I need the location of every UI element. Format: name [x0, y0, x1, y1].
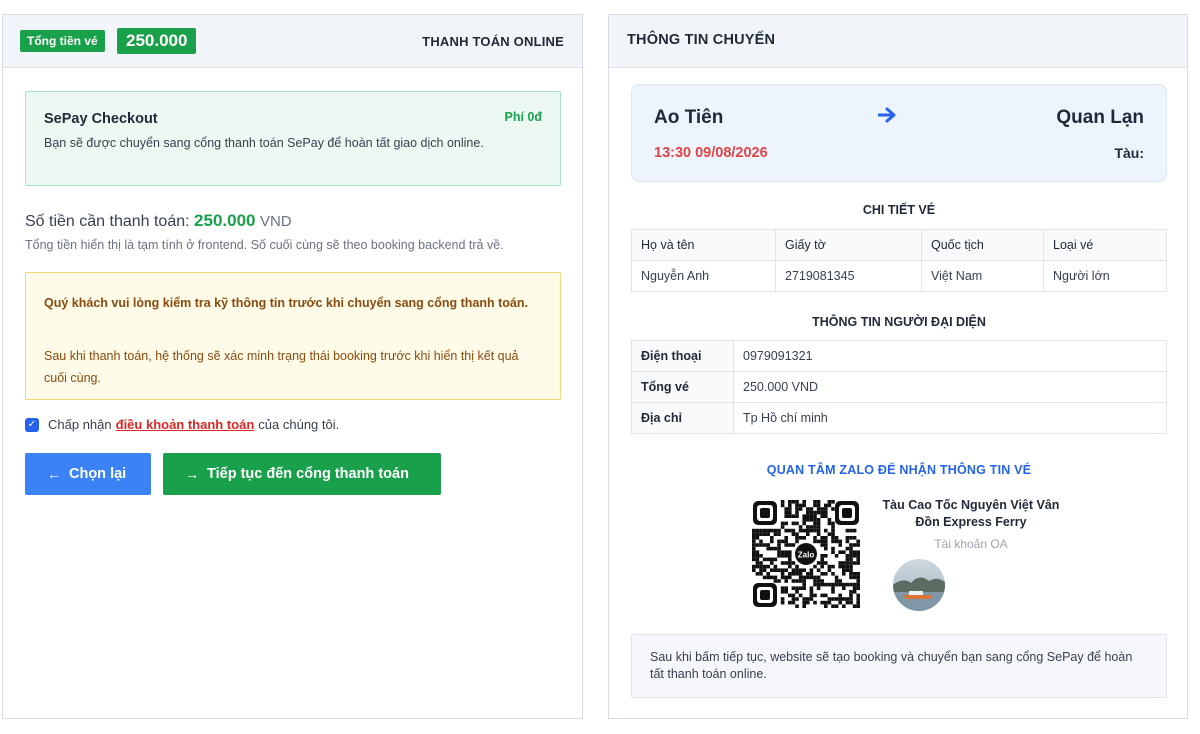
payment-amount-label: Số tiền cần thanh toán: [25, 213, 190, 230]
accept-terms-checkbox[interactable]: ✓ [25, 417, 39, 432]
payment-amount-value: 250.000 [194, 211, 256, 230]
total-amount-badge: 250.000 [117, 28, 197, 54]
total-label-badge: Tổng tiền vé [20, 30, 105, 52]
table-row: Nguyễn Anh 2719081345 Việt Nam Người lớn [631, 260, 1167, 292]
zalo-follow-title: QUAN TÂM ZALO ĐỂ NHẬN THÔNG TIN VÉ [766, 463, 1032, 477]
trip-info-header: THÔNG TIN CHUYẾN [609, 15, 1187, 68]
sepay-title: SePay Checkout [44, 111, 158, 127]
continue-button-label: Tiếp tục đến cổng thanh toán [207, 466, 409, 482]
total-tickets-value: 250.000 VND [733, 371, 1167, 403]
payment-terms-link[interactable]: điều khoản thanh toán [116, 417, 255, 432]
trip-info-card: THÔNG TIN CHUYẾN Ao Tiên Quan Lạn 13:30 … [608, 14, 1188, 719]
accept-terms-row: ✓ Chấp nhận điều khoản thanh toán của ch… [25, 417, 339, 432]
table-row: Điện thoại 0979091321 [631, 340, 1167, 372]
zalo-oa-subtitle: Tài khoản OA [934, 537, 1008, 551]
route-box: Ao Tiên Quan Lạn 13:30 09/08/2026 Tàu: [631, 84, 1167, 182]
ticket-header-type: Loại vé [1043, 229, 1167, 261]
ticket-cell-nationality: Việt Nam [921, 260, 1044, 292]
bottom-note: Sau khi bấm tiếp tục, website sẽ tạo boo… [631, 634, 1167, 698]
sepay-fee: Phí 0đ [504, 110, 542, 124]
table-row: Tổng vé 250.000 VND [631, 371, 1167, 403]
payment-currency: VND [259, 213, 292, 230]
trip-info-title: THÔNG TIN CHUYẾN [627, 32, 776, 48]
address-label: Địa chỉ [631, 402, 734, 434]
ticket-table: Họ và tên Giấy tờ Quốc tịch Loại vé Nguy… [631, 229, 1167, 292]
ticket-details-title: CHI TIẾT VÉ [862, 203, 936, 217]
phone-value: 0979091321 [733, 340, 1167, 372]
zalo-logo-text: Zalo [798, 551, 815, 560]
arrow-right-icon [877, 106, 898, 130]
payment-note: Tổng tiền hiển thị là tạm tính ở fronten… [25, 238, 504, 252]
table-row: Địa chỉ Tp Hồ chí minh [631, 402, 1167, 434]
warning-strong-text: Quý khách vui lòng kiểm tra kỹ thông tin… [44, 296, 528, 310]
payment-amount-line: Số tiền cần thanh toán: 250.000 VND [25, 211, 292, 231]
back-button[interactable]: ← Chọn lại [25, 453, 151, 495]
total-tickets-label: Tổng vé [631, 371, 734, 403]
payment-mode-title: THANH TOÁN ONLINE [422, 34, 564, 49]
representative-table: Điện thoại 0979091321 Tổng vé 250.000 VN… [631, 340, 1167, 434]
phone-label: Điện thoại [631, 340, 734, 372]
ticket-cell-type: Người lớn [1043, 260, 1167, 292]
route-to: Quan Lạn [1056, 107, 1144, 128]
ticket-cell-document: 2719081345 [775, 260, 922, 292]
back-button-label: Chọn lại [69, 466, 127, 482]
avatar [893, 559, 945, 611]
representative-title: THÔNG TIN NGƯỜI ĐẠI DIỆN [812, 315, 986, 329]
payment-card: Tổng tiền vé 250.000 THANH TOÁN ONLINE S… [2, 14, 583, 719]
zalo-qr-code: Zalo [751, 499, 861, 609]
route-ship-label: Tàu: [1114, 145, 1144, 161]
address-value: Tp Hồ chí minh [733, 402, 1167, 434]
arrow-right-icon: → [185, 466, 199, 482]
sepay-description: Bạn sẽ được chuyển sang cổng thanh toán … [44, 136, 484, 150]
zalo-oa-name: Tàu Cao Tốc Nguyên Việt Vân Đồn Express … [882, 498, 1060, 529]
ticket-header-nationality: Quốc tịch [921, 229, 1044, 261]
warning-text: Sau khi thanh toán, hệ thống sẽ xác minh… [44, 349, 519, 385]
ticket-header-document: Giấy tờ [775, 229, 922, 261]
ticket-cell-name: Nguyễn Anh [631, 260, 776, 292]
ticket-table-header: Họ và tên Giấy tờ Quốc tịch Loại vé [631, 229, 1167, 261]
warning-box: Quý khách vui lòng kiểm tra kỹ thông tin… [25, 272, 561, 400]
accept-terms-suffix: của chúng tôi. [258, 417, 340, 432]
ticket-header-name: Họ và tên [631, 229, 776, 261]
route-from: Ao Tiên [654, 107, 724, 128]
arrow-left-icon: ← [47, 466, 61, 482]
route-datetime: 13:30 09/08/2026 [654, 145, 768, 161]
payment-card-header: Tổng tiền vé 250.000 THANH TOÁN ONLINE [3, 15, 582, 68]
accept-terms-prefix: Chấp nhận [48, 417, 112, 432]
continue-to-payment-button[interactable]: → Tiếp tục đến cổng thanh toán [163, 453, 441, 495]
sepay-checkout-box: SePay Checkout Phí 0đ Bạn sẽ được chuyển… [25, 91, 561, 186]
